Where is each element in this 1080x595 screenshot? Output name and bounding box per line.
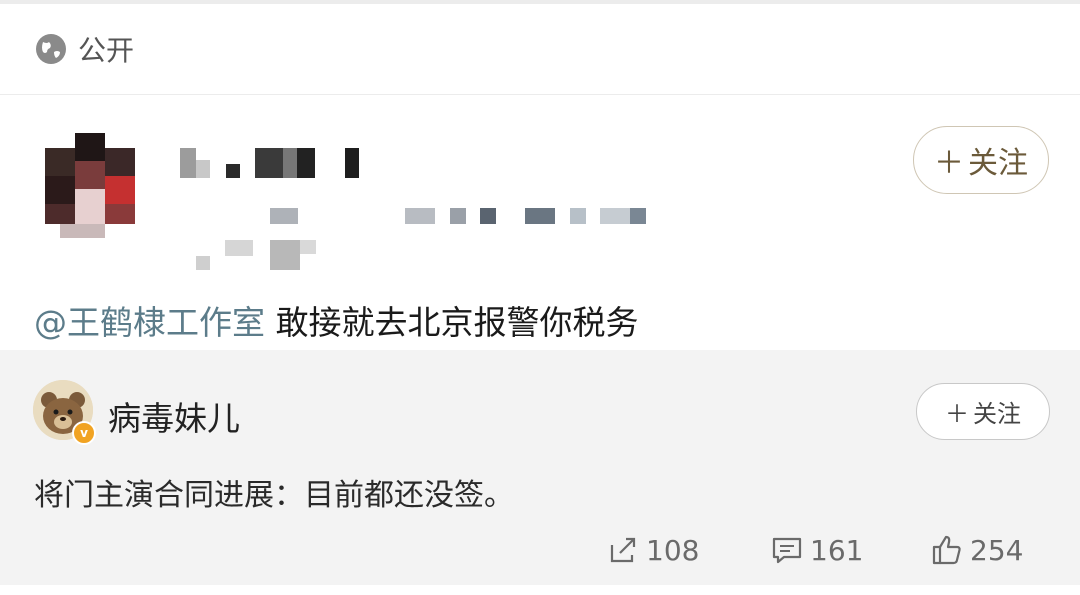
repost-count: 108 [646, 533, 700, 567]
plus-icon: ＋ [934, 146, 964, 181]
globe-icon [36, 34, 66, 64]
comment-count: 161 [810, 533, 864, 567]
repost-follow-button[interactable]: ＋ 关注 [916, 383, 1050, 440]
repost-text: 将门主演合同进展：目前都还没签。 [34, 478, 514, 513]
follow-button[interactable]: ＋ 关注 [913, 126, 1049, 194]
comment-count-button[interactable]: 161 [770, 530, 863, 570]
top-border [0, 0, 1080, 4]
reposted-card[interactable] [0, 350, 1080, 585]
follow-label: 关注 [968, 146, 1028, 181]
like-count-button[interactable]: 254 [930, 530, 1023, 570]
plus-icon: ＋ [945, 400, 969, 428]
visibility-label: 公开 [78, 34, 135, 67]
post-text: @王鹤棣工作室 敢接就去北京报警你税务 [34, 296, 639, 344]
comment-icon [772, 537, 802, 564]
repost-username[interactable]: 病毒妹儿 [108, 392, 240, 440]
visibility-indicator: 公开 [34, 30, 134, 68]
share-icon [610, 537, 636, 563]
thumbs-up-icon [932, 535, 961, 565]
like-count: 254 [970, 533, 1024, 567]
repost-count-button[interactable]: 108 [606, 530, 699, 570]
divider [0, 94, 1080, 95]
post-body: 敢接就去北京报警你税务 [265, 303, 639, 342]
verified-badge-icon: v [72, 421, 96, 445]
follow-label: 关注 [973, 400, 1021, 428]
bottom-strip [0, 585, 1080, 595]
mention-link[interactable]: @王鹤棣工作室 [34, 303, 265, 342]
